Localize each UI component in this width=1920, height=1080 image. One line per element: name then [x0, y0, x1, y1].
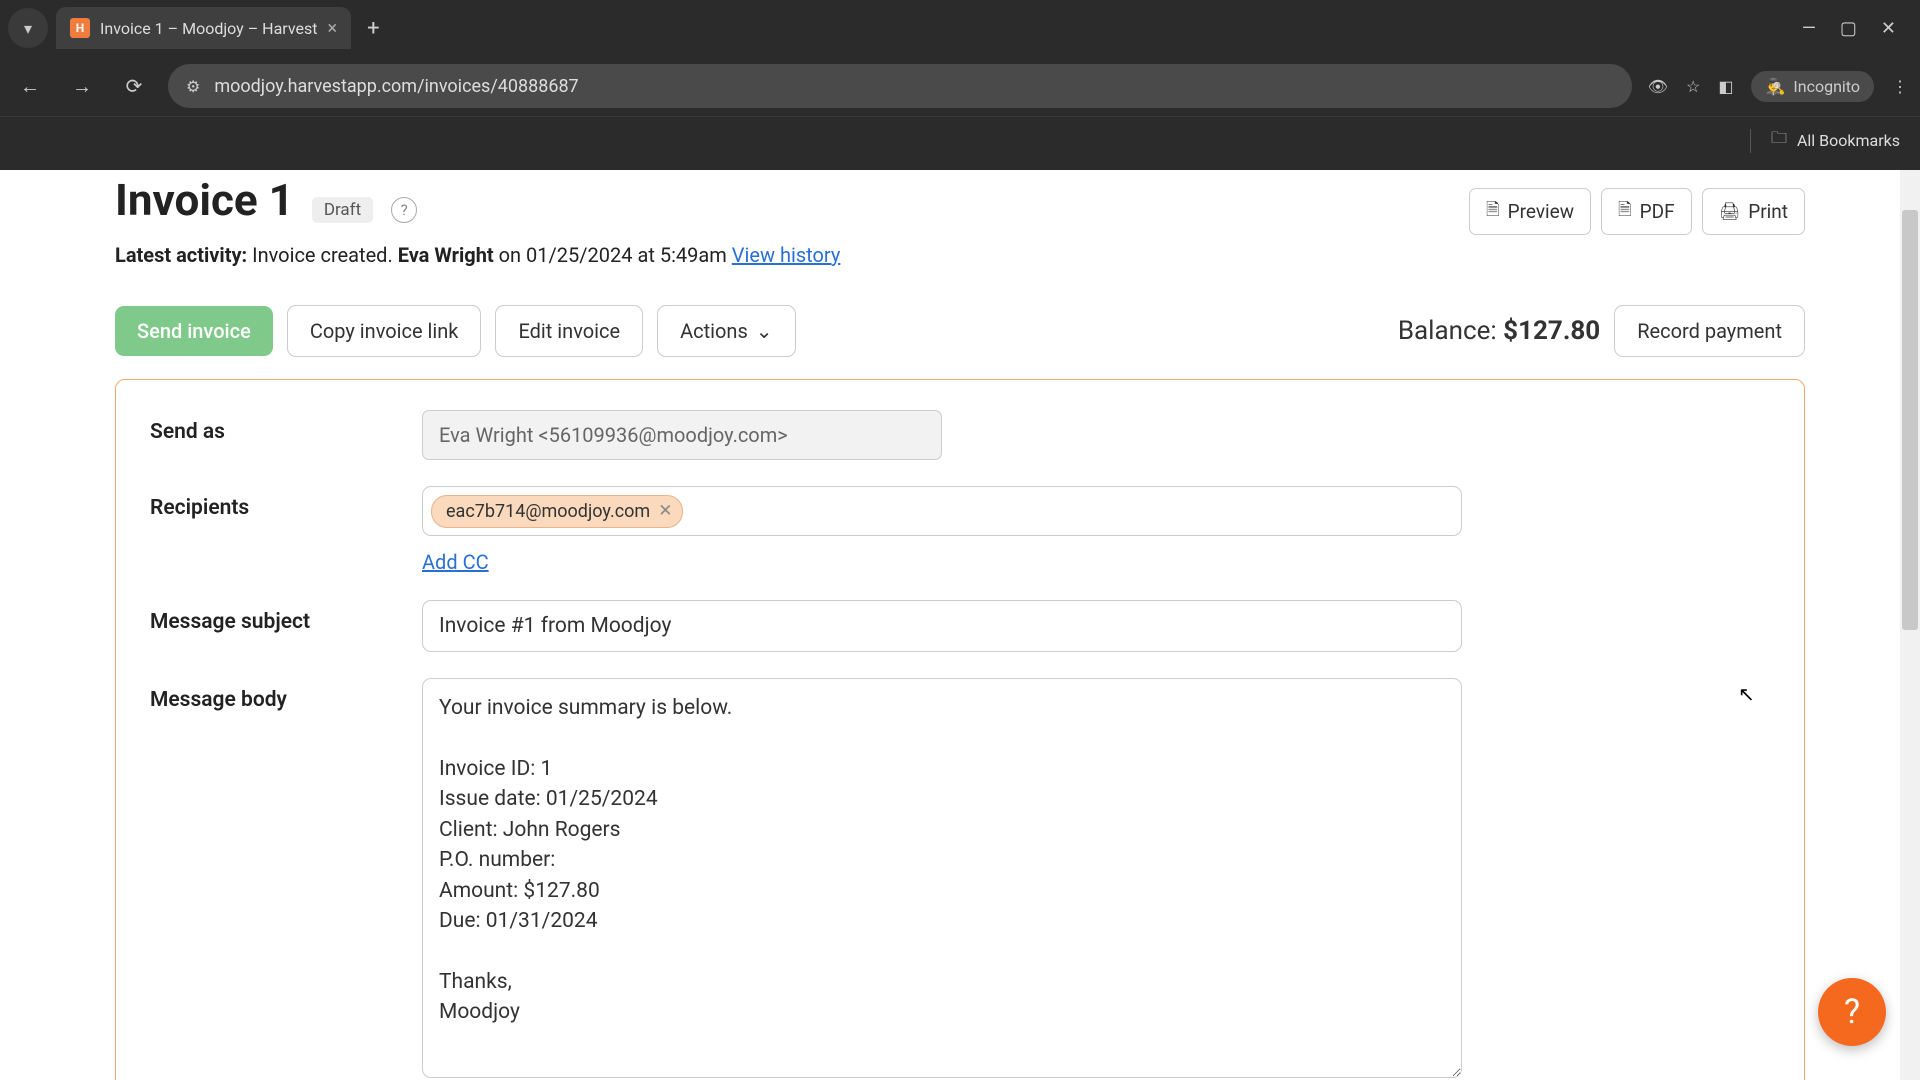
url-text: moodjoy.harvestapp.com/invoices/40888687 [214, 76, 578, 97]
view-history-link[interactable]: View history [732, 243, 841, 267]
help-icon[interactable]: ? [391, 197, 417, 223]
recipient-chip: eac7b714@moodjoy.com ✕ [431, 495, 683, 528]
all-bookmarks-link[interactable]: All Bookmarks [1797, 131, 1900, 150]
send-as-field: Eva Wright <56109936@moodjoy.com> [422, 410, 942, 460]
send-invoice-button[interactable]: Send invoice [115, 306, 273, 356]
subject-input[interactable] [422, 600, 1462, 652]
panel-icon[interactable]: ◧ [1718, 77, 1733, 96]
back-button[interactable]: ← [12, 68, 48, 104]
page-header: Invoice 1 Draft ? 🗎 Preview 🗎 PDF 🖨 Prin… [115, 170, 1805, 235]
recipient-email: eac7b714@moodjoy.com [446, 501, 650, 522]
balance-label: Balance: [1398, 316, 1497, 346]
print-icon: 🖨 [1719, 202, 1741, 222]
add-cc-link[interactable]: Add CC [422, 550, 489, 574]
send-as-label: Send as [150, 410, 422, 444]
incognito-badge[interactable]: 🕵 Incognito [1751, 71, 1874, 102]
incognito-icon: 🕵 [1765, 77, 1785, 96]
chevron-down-icon: ⌄ [756, 319, 773, 343]
folder-icon: 🗀 [1771, 127, 1787, 154]
send-invoice-form: Send as Eva Wright <56109936@moodjoy.com… [115, 379, 1805, 1080]
page-title: Invoice 1 [115, 174, 294, 226]
minimize-icon[interactable]: — [1802, 18, 1816, 39]
bookmarks-bar: 🗀 All Bookmarks [0, 116, 1920, 164]
kebab-menu-icon[interactable]: ⋮ [1892, 77, 1908, 96]
actions-dropdown[interactable]: Actions ⌄ [657, 305, 795, 357]
forward-button[interactable]: → [64, 68, 100, 104]
browser-chrome: ▾ H Invoice 1 – Moodjoy – Harvest × + — … [0, 0, 1920, 170]
scrollbar-track[interactable] [1900, 170, 1920, 1080]
recipients-input[interactable]: eac7b714@moodjoy.com ✕ [422, 486, 1462, 536]
close-window-icon[interactable]: ✕ [1881, 18, 1896, 39]
balance-amount: $127.80 [1503, 316, 1600, 346]
status-badge: Draft [312, 197, 373, 223]
body-textarea[interactable] [422, 678, 1462, 1078]
new-tab-button[interactable]: + [359, 16, 387, 41]
scrollbar-thumb[interactable] [1902, 210, 1918, 630]
tab-title: Invoice 1 – Moodjoy – Harvest [100, 19, 317, 38]
body-label: Message body [150, 678, 422, 712]
record-payment-button[interactable]: Record payment [1614, 305, 1805, 357]
activity-text: Invoice created. [252, 243, 393, 267]
preview-label: Preview [1508, 200, 1574, 223]
pdf-button[interactable]: 🗎 PDF [1601, 188, 1692, 235]
favicon-icon: H [70, 18, 90, 38]
print-label: Print [1748, 200, 1788, 223]
pdf-icon: 🗎 [1618, 197, 1632, 226]
edit-invoice-button[interactable]: Edit invoice [495, 305, 643, 357]
chevron-down-icon: ▾ [24, 19, 32, 38]
tab-bar: ▾ H Invoice 1 – Moodjoy – Harvest × + — … [0, 0, 1920, 56]
actions-label: Actions [680, 319, 748, 343]
print-button[interactable]: 🖨 Print [1702, 188, 1805, 235]
eye-off-icon[interactable]: 👁 [1648, 77, 1668, 96]
subject-label: Message subject [150, 600, 422, 634]
tab-search-dropdown[interactable]: ▾ [8, 8, 48, 48]
close-tab-icon[interactable]: × [327, 18, 337, 39]
incognito-label: Incognito [1793, 77, 1860, 96]
help-fab-button[interactable]: ? [1818, 978, 1886, 1046]
activity-line: Latest activity: Invoice created. Eva Wr… [115, 243, 1805, 267]
activity-prefix: Latest activity: [115, 243, 247, 267]
window-controls: — ▢ ✕ [1802, 18, 1912, 39]
pdf-label: PDF [1640, 200, 1675, 223]
address-bar: ← → ⟳ ⚙ moodjoy.harvestapp.com/invoices/… [0, 56, 1920, 116]
browser-tab[interactable]: H Invoice 1 – Moodjoy – Harvest × [56, 7, 351, 49]
star-icon[interactable]: ☆ [1686, 77, 1700, 96]
reload-button[interactable]: ⟳ [116, 68, 152, 104]
balance-display: Balance: $127.80 [1398, 316, 1600, 346]
divider [1750, 129, 1751, 153]
activity-user: Eva Wright [398, 243, 494, 267]
site-settings-icon[interactable]: ⚙ [186, 77, 200, 96]
url-input[interactable]: ⚙ moodjoy.harvestapp.com/invoices/408886… [168, 64, 1632, 108]
page-viewport: Invoice 1 Draft ? 🗎 Preview 🗎 PDF 🖨 Prin… [0, 170, 1920, 1080]
preview-button[interactable]: 🗎 Preview [1469, 188, 1591, 235]
recipients-label: Recipients [150, 486, 422, 520]
activity-timestamp: on 01/25/2024 at 5:49am [499, 243, 727, 267]
action-row: Send invoice Copy invoice link Edit invo… [115, 305, 1805, 357]
preview-icon: 🗎 [1486, 197, 1500, 226]
maximize-icon[interactable]: ▢ [1840, 18, 1857, 39]
copy-link-button[interactable]: Copy invoice link [287, 305, 482, 357]
remove-recipient-icon[interactable]: ✕ [658, 501, 672, 521]
